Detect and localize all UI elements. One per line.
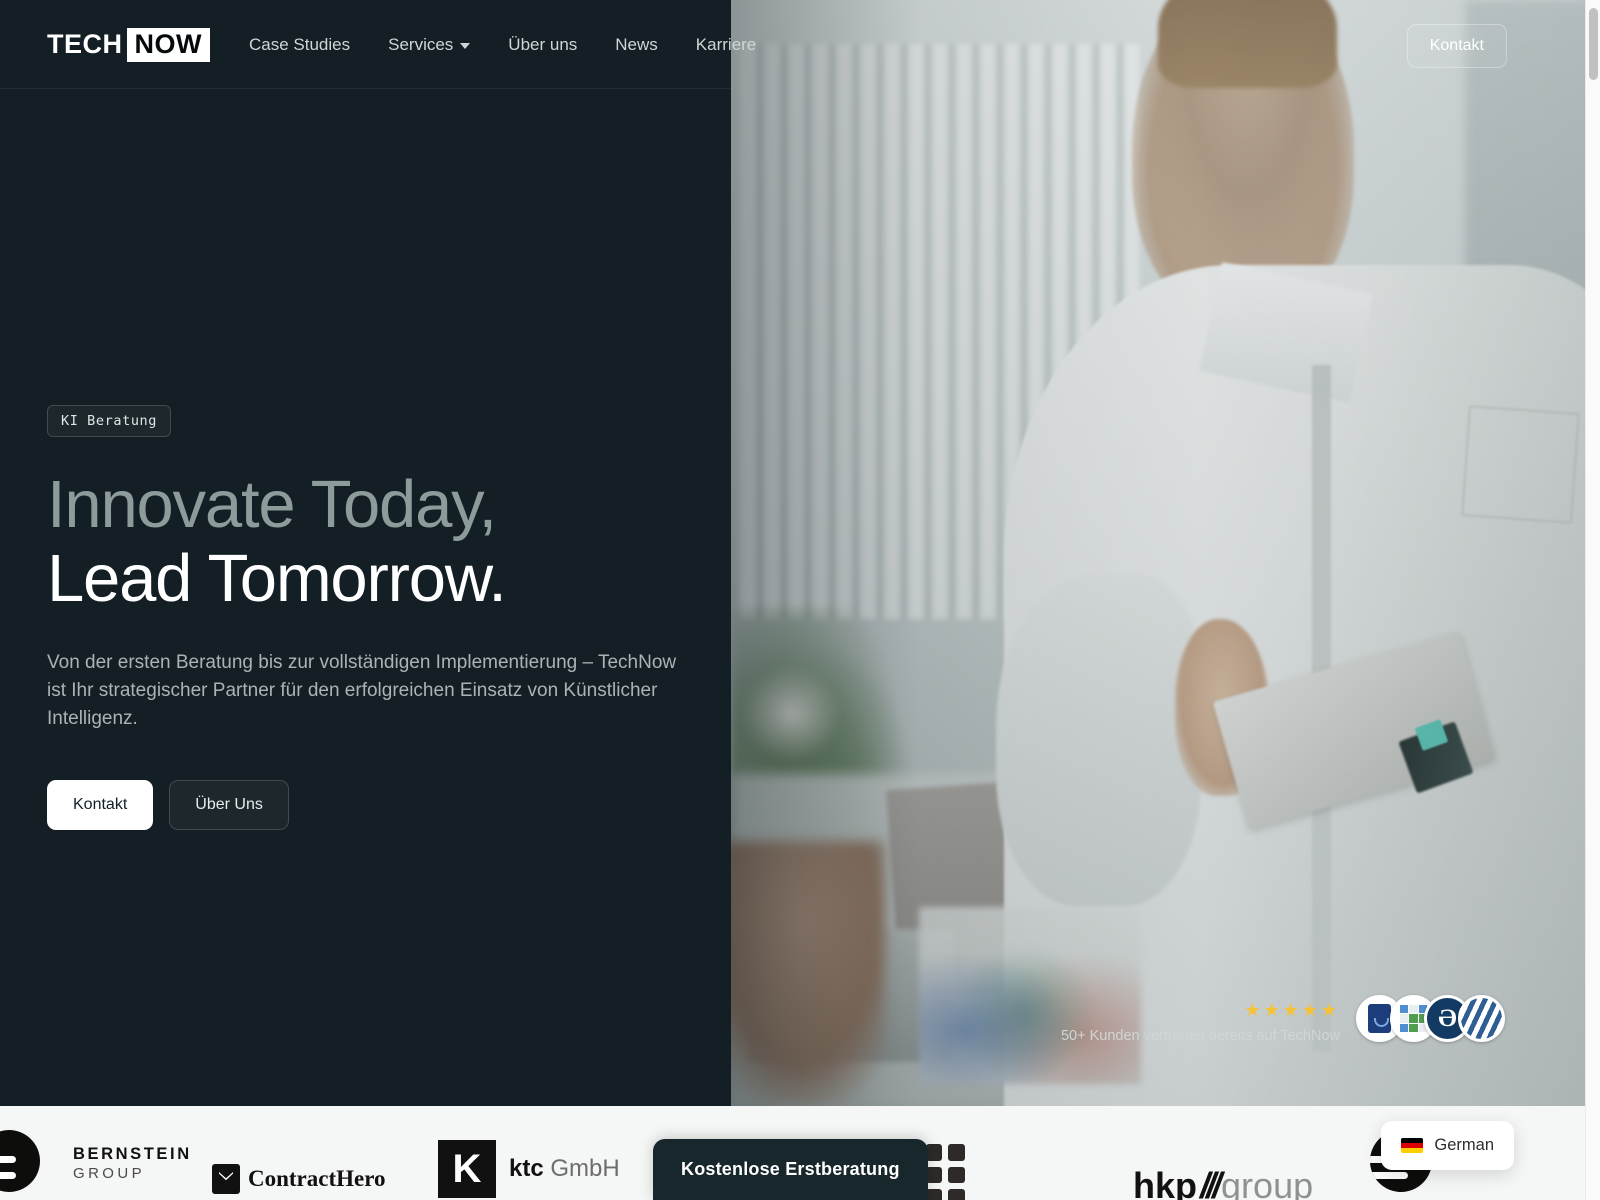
hero-section: KI Beratung Innovate Today, Lead Tomorro…: [0, 0, 1585, 1106]
partner-logo-hkp-group: hkp /// group: [1133, 1168, 1313, 1200]
trust-badge: ★★★★★ 50+ Kunden vertrauen bereits auf T…: [1061, 995, 1505, 1044]
hero-contact-button[interactable]: Kontakt: [47, 780, 154, 831]
hkp-label: hkp /// group: [1133, 1168, 1313, 1200]
nav-item-news[interactable]: News: [615, 35, 658, 55]
hkp-slashes: ///: [1200, 1165, 1222, 1200]
ktc-icon: K: [438, 1140, 496, 1198]
hero-content: KI Beratung Innovate Today, Lead Tomorro…: [47, 405, 707, 831]
free-consultation-cta[interactable]: Kostenlose Erstberatung: [653, 1139, 928, 1200]
contracthero-label: ContractHero: [248, 1166, 386, 1191]
partner-logo-ktc-gmbh: K ktc GmbH: [438, 1140, 620, 1198]
hkp-part-2: group: [1221, 1165, 1314, 1200]
header-contact-button[interactable]: Kontakt: [1406, 24, 1507, 68]
nav-label: Karriere: [695, 34, 757, 54]
nav-item-karriere[interactable]: Karriere: [696, 35, 756, 55]
german-flag-icon: [1401, 1138, 1424, 1153]
ktc-label: ktc GmbH: [509, 1155, 620, 1183]
star-rating-icon: ★★★★★: [1244, 1000, 1340, 1020]
main-navigation: Case Studies Services Über uns News Karr…: [249, 35, 756, 55]
ktc-light: GmbH: [543, 1155, 620, 1182]
page-title: Innovate Today, Lead Tomorrow.: [47, 468, 707, 615]
hero-paragraph: Von der ersten Beratung bis zur vollstän…: [47, 652, 677, 730]
page-scrollbar[interactable]: [1585, 0, 1600, 1200]
partner-logo-sap: [0, 1130, 40, 1192]
photo-tint-overlay: [731, 0, 1585, 1106]
nav-item-ueber-uns[interactable]: Über uns: [508, 35, 577, 55]
hero-background-photo: [731, 0, 1585, 1106]
chevron-down-icon: [460, 43, 471, 49]
scrollbar-thumb[interactable]: [1589, 8, 1598, 80]
logo-tech-text: TECH: [47, 29, 123, 59]
trust-text: ★★★★★ 50+ Kunden vertrauen bereits auf T…: [1061, 1001, 1340, 1044]
hero-cta-row: Kontakt Über Uns: [47, 780, 707, 831]
nav-item-case-studies[interactable]: Case Studies: [249, 35, 350, 55]
page-title-line-2: Lead Tomorrow.: [47, 540, 507, 616]
nav-item-services[interactable]: Services: [388, 34, 471, 55]
contracthero-icon: [212, 1164, 240, 1194]
hkp-part-1: hkp: [1133, 1165, 1198, 1200]
partner-logo-bernstein-group: BERNSTEIN GROUP: [73, 1145, 192, 1182]
partner-logo-contracthero: ContractHero: [212, 1164, 386, 1194]
header-divider: [0, 88, 731, 89]
hero-about-button[interactable]: Über Uns: [169, 780, 289, 831]
nav-label: Services: [388, 34, 454, 54]
ktc-mark-letter: K: [452, 1147, 482, 1191]
nav-label: Case Studies: [248, 34, 351, 54]
ktc-bold: ktc: [509, 1155, 544, 1182]
nav-label: News: [615, 34, 658, 54]
site-logo[interactable]: TECH NOW: [47, 27, 210, 62]
avatar-letter: Ə: [1438, 1004, 1457, 1032]
sap-logo-icon: [0, 1130, 40, 1192]
bernstein-line-1: BERNSTEIN: [73, 1145, 192, 1163]
language-label: German: [1434, 1136, 1494, 1154]
hero-badge: KI Beratung: [47, 405, 172, 437]
nav-label: Über uns: [508, 34, 578, 54]
page-title-line-1: Innovate Today,: [47, 467, 497, 542]
trust-label: 50+ Kunden vertrauen bereits auf TechNow: [1060, 1028, 1340, 1044]
client-avatars: Ə: [1356, 995, 1505, 1042]
bernstein-line-2: GROUP: [73, 1165, 146, 1182]
language-selector[interactable]: German: [1381, 1121, 1514, 1170]
avatar: [1458, 995, 1505, 1042]
logo-now-text: NOW: [126, 27, 210, 62]
site-header: TECH NOW Case Studies Services Über uns N…: [0, 0, 1585, 89]
avatar-stripes-icon: [1461, 998, 1502, 1039]
